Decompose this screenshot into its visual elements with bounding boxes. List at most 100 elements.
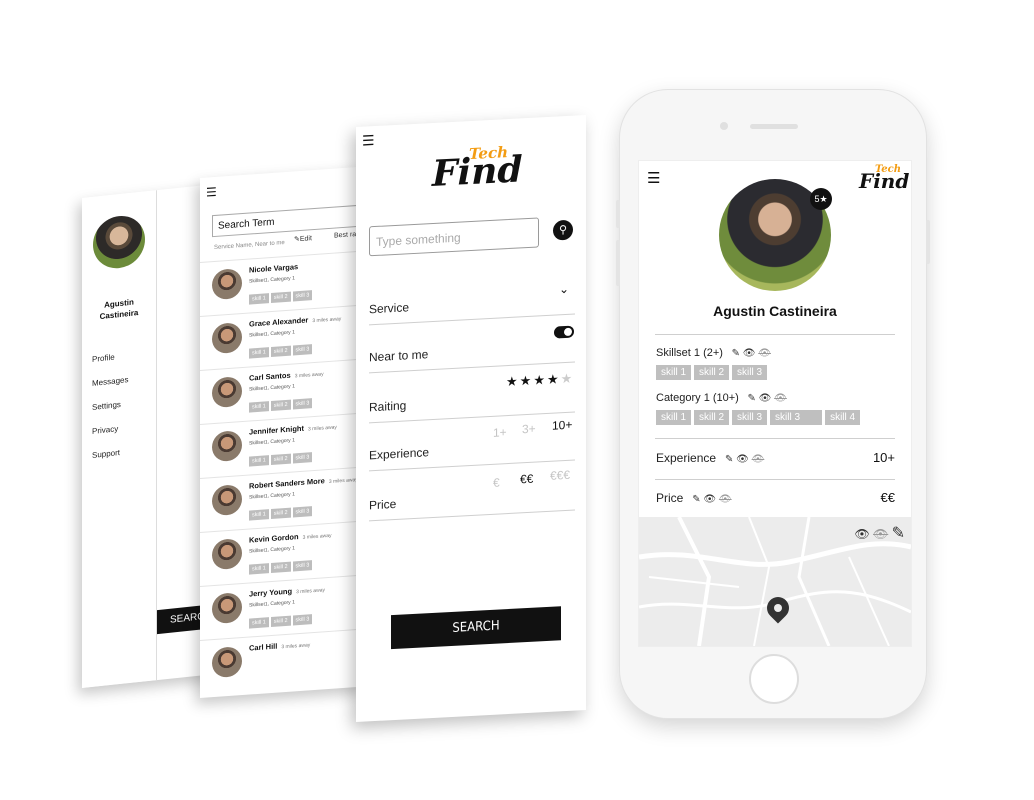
search-button[interactable]: SEARCH [391,606,561,650]
side-menu: Agustin Castineira Profile Messages Sett… [82,190,157,688]
rating-badge: 5★ [810,188,832,210]
location-map[interactable]: 👁 👁 ✎ [639,517,911,646]
logo-tech-text: Tech [468,143,508,164]
avatar [212,484,242,517]
filter-price-label: Price [369,496,397,513]
menu-icon[interactable]: ☰ [206,185,217,200]
menu-item-messages[interactable]: Messages [92,375,128,388]
avatar [93,213,145,271]
search-hint: Service Name, Near to me [214,240,285,252]
experience-row: Experience ✎ 👁 👁 [656,451,764,465]
avatar [212,430,242,463]
eye-icon[interactable]: 👁 [743,348,756,359]
pencil-icon[interactable]: ✎ [732,348,740,359]
row-actions: ✎ 👁 👁 [719,454,764,465]
result-subtitle: Skillset1, Category 1 [249,491,295,501]
result-name: Jerry Young 3 miles away [249,586,325,599]
result-subtitle: Skillset1, Category 1 [249,275,295,285]
eye-icon[interactable]: 👁 [759,393,772,404]
divider [655,479,895,480]
eye-icon[interactable]: 👁 [736,454,749,465]
eye-off-icon[interactable]: 👁 [758,348,771,359]
filter-near-label: Near to me [369,347,429,365]
star-icon[interactable]: ★ [547,371,561,387]
avatar [212,592,242,625]
result-subtitle: Skillset1, Category 1 [249,329,295,339]
skill-chips: skill 1 skill 2 skill 3 [249,499,314,522]
skillset-row: Skillset 1 (2+) ✎ 👁 👁 [656,347,771,359]
avatar [212,646,242,679]
eye-off-icon[interactable]: 👁 [774,393,787,404]
experience-option[interactable]: 1+ [493,425,507,440]
skillset-label: Skillset 1 (2+) [656,347,723,359]
divider [369,411,575,424]
category-row: Category 1 (10+) ✎ 👁 👁 [656,392,787,404]
chevron-down-icon[interactable]: ⌄ [559,282,569,297]
filter-rating-label: Raiting [369,398,407,415]
menu-icon[interactable]: ☰ [362,132,375,150]
star-icon[interactable]: ★ [506,373,520,389]
experience-option[interactable]: 10+ [552,418,572,433]
sort-button[interactable]: Best ra [334,231,356,240]
logo-tech-text: Tech [874,164,901,175]
menu-item-settings[interactable]: Settings [92,400,121,412]
app-logo: Find Tech [432,143,523,203]
search-icon[interactable]: ⚲ [553,219,573,241]
price-option[interactable]: €€ [520,472,533,487]
price-value: €€ [880,490,895,505]
menu-item-privacy[interactable]: Privacy [92,424,118,436]
phone-home-button[interactable] [749,654,799,704]
skill-chips: skill 1 skill 2 skill 3 [249,283,314,306]
eye-off-icon[interactable]: 👁 [719,494,732,505]
filter-service-label: Service [369,300,410,317]
avatar [212,376,242,409]
result-name: Carl Santos 3 miles away [249,370,324,383]
menu-item-support[interactable]: Support [92,448,120,460]
avatar [212,322,242,355]
list-item[interactable]: Carl Hill 3 miles away [200,628,366,695]
skill-chips: skill 1 skill 2 skill 3 [249,553,314,576]
result-name: Carl Hill 3 miles away [249,641,311,653]
result-name: Nicole Vargas [249,262,299,275]
price-option[interactable]: € [493,475,500,489]
star-icon[interactable]: ★ [533,372,547,388]
app-logo: Find Tech [859,164,909,199]
star-icon[interactable]: ★ [520,373,534,389]
pencil-icon[interactable]: ✎ [692,494,700,505]
row-actions: ✎ 👁 👁 [726,348,771,359]
price-row: Price ✎ 👁 👁 [656,491,732,505]
pencil-icon[interactable]: ✎ [725,454,733,465]
profile-name: Agustin Castineira [713,303,837,319]
star-icon[interactable]: ★ [561,371,575,387]
result-subtitle: Skillset1, Category 1 [249,599,295,609]
eye-off-icon[interactable]: 👁 [752,454,765,465]
menu-item-profile[interactable]: Profile [92,353,115,364]
category-label: Category 1 (10+) [656,392,739,404]
edit-button[interactable]: ✎Edit [294,234,312,243]
eye-off-icon[interactable]: 👁 [873,527,888,541]
result-subtitle: Skillset1, Category 1 [249,383,295,393]
result-name: Robert Sanders More 3 miles away [249,476,358,491]
eye-icon[interactable]: 👁 [854,527,869,541]
avatar [212,268,242,301]
eye-icon[interactable]: 👁 [703,494,716,505]
divider [369,509,575,522]
divider [655,334,895,335]
phone-side-button [616,200,620,228]
phone-side-button [926,220,930,264]
row-actions: ✎ 👁 👁 [687,494,732,505]
rating-stars[interactable]: ★★★★★ [506,371,574,391]
filter-experience-label: Experience [369,445,430,463]
result-name: Grace Alexander 3 miles away [249,315,342,329]
menu-icon[interactable]: ☰ [647,169,660,187]
pencil-icon[interactable]: ✎ [892,525,905,542]
price-option[interactable]: €€€ [550,468,570,483]
search-input[interactable]: Type something [369,217,539,257]
divider [369,459,575,472]
profile-screen: ☰ Find Tech 5★ Agustin Castineira Skills… [638,160,912,647]
avatar [212,538,242,571]
experience-option[interactable]: 3+ [522,422,536,437]
near-me-toggle[interactable] [554,325,574,339]
pencil-icon[interactable]: ✎ [747,393,755,404]
skill-chips: skill 1 skill 2 skill 3 [249,607,314,630]
